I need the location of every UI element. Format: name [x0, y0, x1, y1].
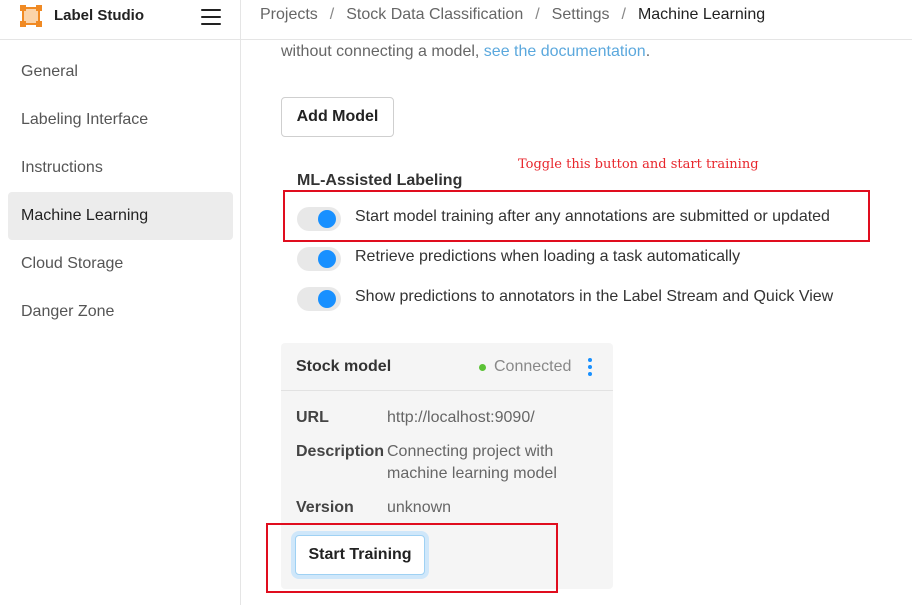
label-studio-logo-icon[interactable]: [20, 5, 42, 27]
main-content: without connecting a model, see the docu…: [241, 41, 912, 605]
more-options-icon[interactable]: [587, 358, 593, 376]
status-dot-icon: [479, 364, 486, 371]
intro-text-start: without connecting a model,: [281, 43, 484, 60]
annotation-note: Toggle this button and start training: [518, 157, 759, 172]
retrieve-predictions-toggle[interactable]: [297, 247, 341, 271]
version-label: Version: [296, 499, 354, 516]
sidebar-item-cloud-storage[interactable]: Cloud Storage: [8, 240, 233, 288]
toggle-label: Show predictions to annotators in the La…: [355, 288, 834, 305]
toggle-label: Retrieve predictions when loading a task…: [355, 248, 741, 265]
url-value: http://localhost:9090/: [387, 409, 535, 426]
breadcrumb-settings[interactable]: Settings: [552, 6, 610, 23]
toggle-knob: [318, 250, 336, 268]
description-line: Connecting project with: [387, 443, 554, 460]
sidebar-item-danger-zone[interactable]: Danger Zone: [8, 288, 233, 336]
brand-area: Label Studio: [0, 0, 241, 40]
description-line: machine learning model: [387, 465, 557, 482]
url-label: URL: [296, 409, 329, 426]
breadcrumb-current: Machine Learning: [637, 6, 766, 23]
sidebar-item-instructions[interactable]: Instructions: [8, 144, 233, 192]
highlight-box-toggle: [283, 190, 870, 242]
intro-text-end: .: [645, 43, 651, 60]
sidebar-item-labeling-interface[interactable]: Labeling Interface: [8, 96, 233, 144]
sidebar-item-machine-learning[interactable]: Machine Learning: [8, 192, 233, 240]
highlight-box-start-training: [266, 523, 558, 593]
add-model-button[interactable]: Add Model: [281, 97, 394, 137]
description-label: Description: [296, 443, 385, 460]
ml-assisted-labeling-title: ML-Assisted Labeling: [297, 172, 463, 189]
version-value: unknown: [387, 499, 452, 516]
description-value: Connecting project with machine learning…: [387, 441, 557, 485]
settings-sidebar: General Labeling Interface Instructions …: [0, 40, 241, 605]
model-status: Connected: [494, 358, 572, 375]
breadcrumb-separator: /: [329, 6, 335, 23]
sidebar-item-general[interactable]: General: [8, 48, 233, 96]
breadcrumb-projects[interactable]: Projects: [260, 6, 318, 23]
breadcrumb-project[interactable]: Stock Data Classification: [346, 6, 523, 23]
hamburger-menu-icon[interactable]: [201, 9, 221, 25]
documentation-link[interactable]: see the documentation: [484, 43, 646, 60]
model-card-header: Stock model Connected: [281, 343, 613, 391]
app-name: Label Studio: [54, 7, 144, 24]
breadcrumb-separator: /: [535, 6, 540, 23]
breadcrumb-separator: /: [621, 6, 626, 23]
top-bar: Label Studio Projects / Stock Data Classif…: [0, 0, 912, 40]
toggle-knob: [318, 290, 336, 308]
model-title: Stock model: [296, 358, 392, 375]
show-predictions-toggle[interactable]: [297, 287, 341, 311]
breadcrumb: Projects / Stock Data Classification / Setti…: [260, 6, 765, 24]
intro-text: without connecting a model, see the docu…: [281, 43, 650, 61]
